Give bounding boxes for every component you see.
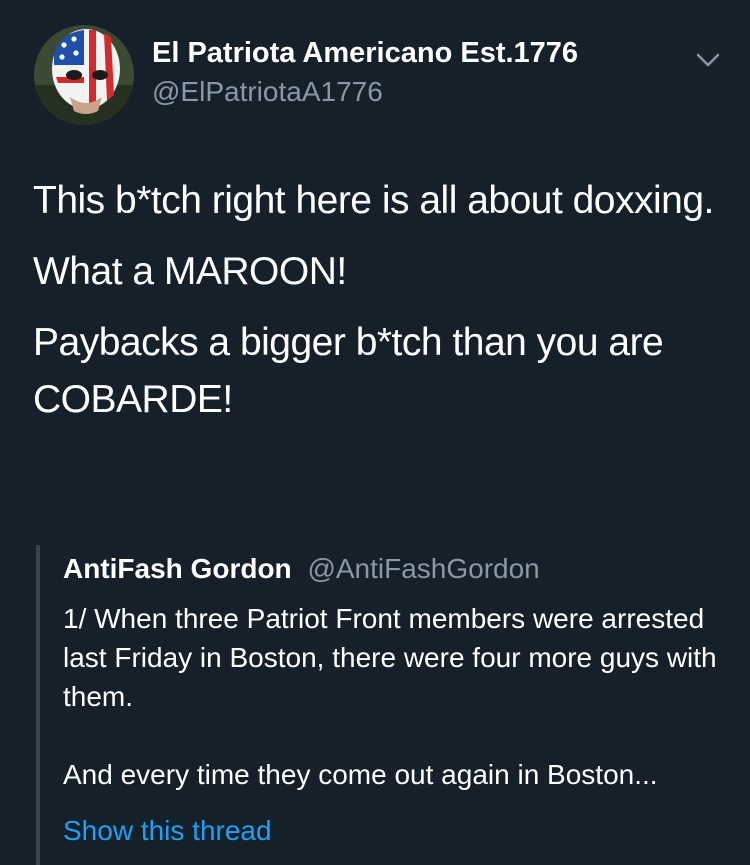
quoted-tweet-header: AntiFash Gordon @AntiFashGordon (63, 553, 540, 585)
author-display-name[interactable]: El Patriota Americano Est.1776 (152, 37, 578, 70)
tweet-text: This b*tch right here is all about doxxi… (33, 172, 723, 442)
chevron-down-icon[interactable] (692, 46, 724, 74)
quoted-author-name[interactable]: AntiFash Gordon (63, 553, 292, 584)
tweet-text-line: Paybacks a bigger b*tch than you are COB… (33, 321, 664, 421)
show-thread-link[interactable]: Show this thread (63, 815, 272, 847)
tweet-text-line: This b*tch right here is all about doxxi… (33, 179, 714, 222)
tweet-text-line: What a MAROON! (33, 250, 347, 293)
author-handle[interactable]: @ElPatriotaA1776 (152, 76, 383, 108)
quoted-author-handle[interactable]: @AntiFashGordon (307, 553, 539, 584)
author-avatar[interactable] (34, 25, 134, 125)
quoted-tweet-body: 1/ When three Patriot Front members were… (63, 599, 723, 794)
quoted-tweet-paragraph: 1/ When three Patriot Front members were… (63, 603, 717, 712)
luchador-mask-icon (34, 25, 134, 125)
quoted-tweet-paragraph: And every time they come out again in Bo… (63, 759, 658, 790)
quoted-tweet[interactable]: AntiFash Gordon @AntiFashGordon 1/ When … (36, 545, 730, 865)
tweet: El Patriota Americano Est.1776 @ElPatrio… (0, 0, 750, 865)
